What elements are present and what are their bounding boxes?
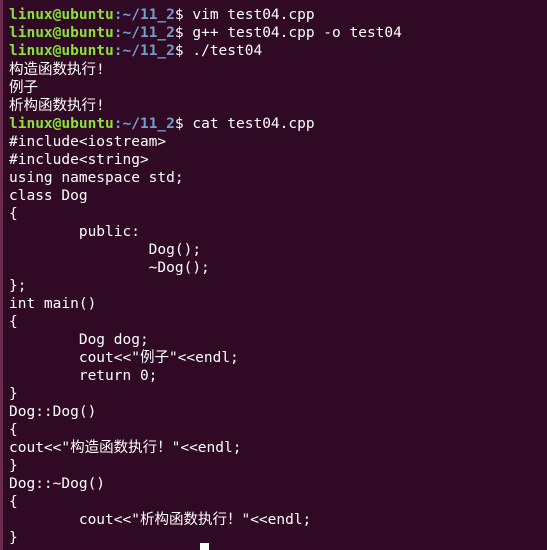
file-line: {: [9, 422, 18, 438]
file-line: cout<<"例子"<<endl;: [9, 350, 239, 366]
prompt-separator: :: [113, 25, 123, 41]
prompt-user-host: linux@ubuntu: [9, 43, 114, 59]
file-line: }: [9, 530, 18, 546]
file-line: {: [9, 494, 18, 510]
output-line: 析构函数执行!: [9, 98, 105, 114]
file-line: };: [9, 278, 27, 294]
file-line: Dog::~Dog(): [9, 476, 106, 492]
file-line: return 0;: [9, 368, 158, 384]
prompt-user-host: linux@ubuntu: [9, 25, 114, 41]
command-text: g++ test04.cpp -o test04: [192, 25, 402, 41]
file-line: public:: [9, 224, 140, 240]
file-line: {: [9, 206, 18, 222]
prompt-path: ~/11_2: [122, 25, 175, 41]
file-line: ~Dog();: [9, 260, 210, 276]
file-line: cout<<"构造函数执行！"<<endl;: [9, 440, 242, 456]
output-line: 构造函数执行!: [9, 62, 105, 78]
file-line: cout<<"析构函数执行！"<<endl;: [9, 512, 312, 528]
prompt-path: ~/11_2: [122, 7, 175, 23]
terminal-window[interactable]: linux@ubuntu:~/11_2$ vim test04.cpp linu…: [0, 0, 547, 550]
file-line: #include<iostream>: [9, 134, 167, 150]
file-line: int main(): [9, 296, 97, 312]
file-line: Dog();: [9, 242, 202, 258]
prompt-line-3: linux@ubuntu:~/11_2$ ./test04: [9, 42, 262, 60]
command-text: cat test04.cpp: [192, 116, 315, 132]
file-line: Dog::Dog(): [9, 404, 97, 420]
text-cursor: [200, 543, 209, 550]
prompt-path: ~/11_2: [122, 43, 175, 59]
prompt-user-host: linux@ubuntu: [9, 116, 114, 132]
prompt-separator: :: [113, 116, 123, 132]
prompt-path: ~/11_2: [122, 116, 175, 132]
prompt-line-2: linux@ubuntu:~/11_2$ g++ test04.cpp -o t…: [9, 24, 402, 42]
file-line: #include<string>: [9, 152, 149, 168]
output-line: 例子: [9, 80, 38, 96]
file-line: class Dog: [9, 188, 88, 204]
file-line: }: [9, 458, 18, 474]
prompt-symbol: $: [174, 7, 193, 23]
file-line: {: [9, 314, 18, 330]
command-text: vim test04.cpp: [192, 7, 315, 23]
prompt-line-1: linux@ubuntu:~/11_2$ vim test04.cpp: [9, 6, 315, 24]
file-line: using namespace std;: [9, 170, 184, 186]
prompt-line-4: linux@ubuntu:~/11_2$ cat test04.cpp: [9, 115, 315, 133]
prompt-symbol: $: [174, 25, 193, 41]
prompt-separator: :: [113, 7, 123, 23]
file-line: Dog dog;: [9, 332, 149, 348]
command-text: ./test04: [192, 43, 263, 59]
file-line: }: [9, 386, 18, 402]
prompt-symbol: $: [174, 116, 193, 132]
prompt-separator: :: [113, 43, 123, 59]
prompt-symbol: $: [174, 43, 193, 59]
prompt-user-host: linux@ubuntu: [9, 7, 114, 23]
